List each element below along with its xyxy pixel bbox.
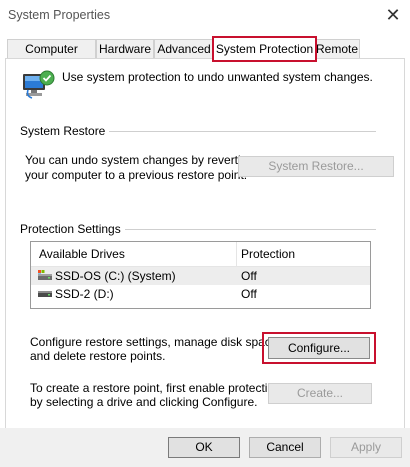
cancel-button[interactable]: Cancel [249, 437, 321, 458]
create-description-line2: by selecting a drive and clicking Config… [30, 395, 258, 409]
system-restore-heading: System Restore [20, 124, 110, 138]
drive-name: SSD-OS (C:) (System) [55, 269, 176, 283]
system-restore-description-line1: You can undo system changes by reverting [25, 153, 255, 167]
drive-protection-status: Off [241, 269, 257, 283]
tab-computer-name[interactable]: Computer Name [7, 39, 96, 75]
create-description: To create a restore point, first enable … [30, 381, 281, 409]
configure-description: Configure restore settings, manage disk … [30, 335, 281, 363]
tab-system-protection[interactable]: System Protection [212, 36, 317, 62]
drive-name: SSD-2 (D:) [55, 287, 114, 301]
system-protection-computer-icon [20, 68, 56, 104]
create-button[interactable]: Create... [268, 383, 372, 404]
ok-button[interactable]: OK [168, 437, 240, 458]
drive-row-c[interactable]: SSD-OS (C:) (System) Off [31, 267, 370, 285]
drive-protection-status: Off [241, 287, 257, 301]
column-protection[interactable]: Protection [241, 242, 295, 266]
system-drive-icon [37, 267, 53, 285]
tab-remote[interactable]: Remote [314, 39, 360, 59]
column-available-drives[interactable]: Available Drives [39, 242, 125, 266]
tab-hardware[interactable]: Hardware [96, 39, 154, 59]
drives-list-header: Available Drives Protection [31, 242, 370, 267]
intro-text: Use system protection to undo unwanted s… [62, 70, 373, 84]
configure-description-line1: Configure restore settings, manage disk … [30, 335, 281, 349]
drives-list[interactable]: Available Drives Protection SSD-OS (C:) … [30, 241, 371, 309]
configure-description-line2: and delete restore points. [30, 349, 166, 363]
protection-settings-heading: Protection Settings [20, 222, 125, 236]
system-restore-description-line2: your computer to a previous restore poin… [25, 168, 248, 182]
system-restore-description: You can undo system changes by reverting… [25, 153, 254, 183]
close-icon[interactable]: ✕ [381, 4, 405, 26]
tab-advanced[interactable]: Advanced [154, 39, 214, 59]
drive-row-d[interactable]: SSD-2 (D:) Off [31, 285, 370, 303]
create-description-line1: To create a restore point, first enable … [30, 381, 281, 395]
column-separator [236, 242, 237, 266]
drive-icon [37, 285, 53, 303]
system-restore-button[interactable]: System Restore... [238, 156, 394, 177]
configure-button[interactable]: Configure... [268, 337, 370, 359]
apply-button[interactable]: Apply [330, 437, 402, 458]
window-title: System Properties [8, 8, 111, 22]
